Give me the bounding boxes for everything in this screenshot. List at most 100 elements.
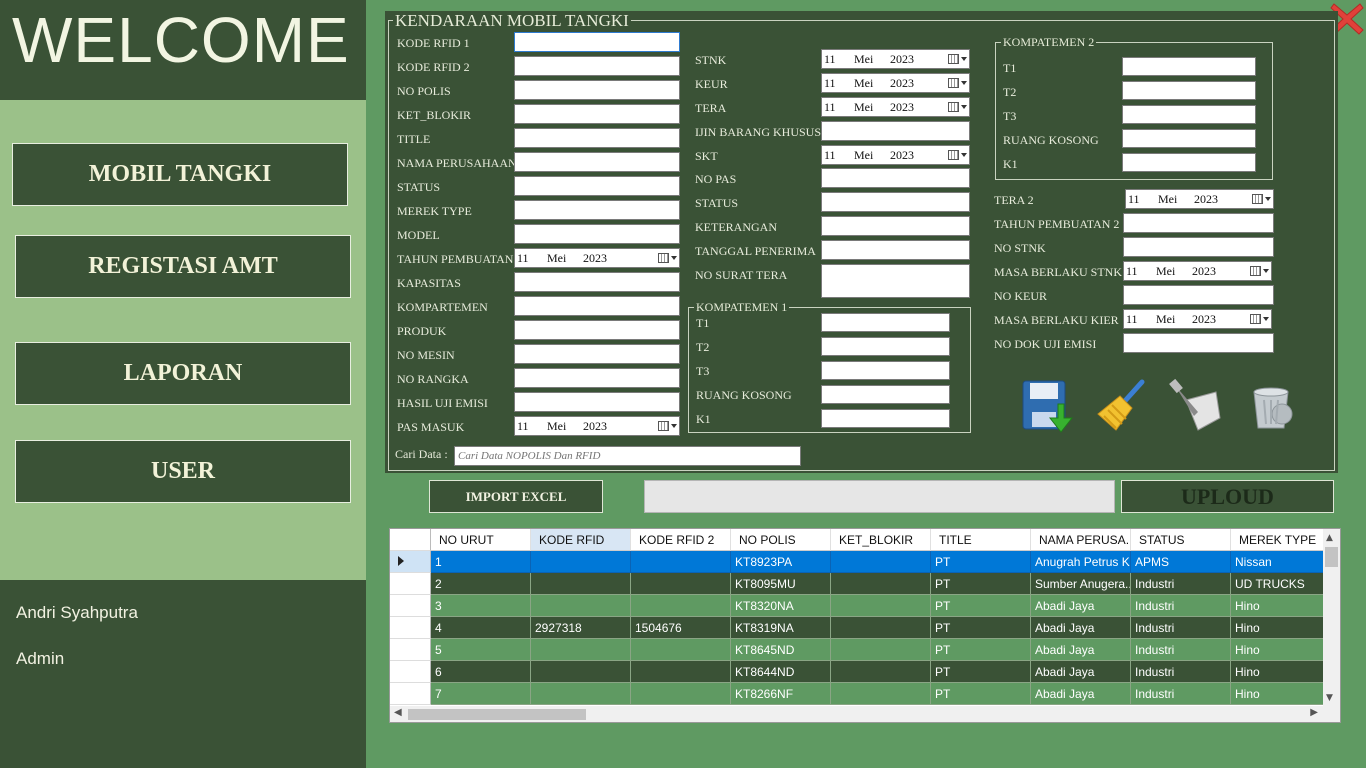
komp1-ruang-kosong-input[interactable] (821, 385, 950, 404)
row-header[interactable] (390, 661, 431, 683)
table-cell[interactable]: Industri (1131, 661, 1231, 683)
table-cell[interactable] (531, 573, 631, 595)
nama-perusahaan-input[interactable] (514, 152, 680, 172)
row-header[interactable] (390, 551, 431, 573)
keur-datepicker[interactable]: 11 Mei 2023 (821, 73, 970, 93)
table-row[interactable]: 5 KT8645ND PT Abadi Jaya Industri Hino (390, 639, 1324, 661)
model-input[interactable] (514, 224, 680, 244)
vertical-scroll-thumb[interactable] (1325, 547, 1338, 567)
table-cell[interactable] (631, 573, 731, 595)
broom-clear-icon[interactable] (1094, 378, 1148, 432)
komp2-t2-input[interactable] (1122, 81, 1256, 100)
no-mesin-input[interactable] (514, 344, 680, 364)
komp1-t2-input[interactable] (821, 337, 950, 356)
masa-berlaku-kier-datepicker[interactable]: 11 Mei 2023 (1123, 309, 1272, 329)
table-cell[interactable]: PT (931, 573, 1031, 595)
table-cell[interactable]: Hino (1231, 617, 1324, 639)
table-cell[interactable] (831, 683, 931, 705)
calendar-dropdown-icon[interactable] (655, 421, 679, 431)
import-excel-button[interactable]: IMPORT EXCEL (429, 480, 603, 513)
table-cell[interactable]: 4 (431, 617, 531, 639)
scroll-left-icon[interactable]: ◀ (394, 707, 402, 718)
tera-datepicker[interactable]: 11 Mei 2023 (821, 97, 970, 117)
row-header[interactable] (390, 595, 431, 617)
komp2-t1-input[interactable] (1122, 57, 1256, 76)
stnk-datepicker[interactable]: 11 Mei 2023 (821, 49, 970, 69)
save-icon[interactable] (1020, 378, 1076, 434)
table-cell[interactable]: KT8320NA (731, 595, 831, 617)
table-cell[interactable] (531, 683, 631, 705)
table-cell[interactable]: PT (931, 595, 1031, 617)
ijin-barang-khusus-input[interactable] (821, 121, 970, 141)
no-keur-input[interactable] (1123, 285, 1274, 305)
calendar-dropdown-icon[interactable] (945, 102, 969, 112)
table-cell[interactable]: Industri (1131, 573, 1231, 595)
table-cell[interactable]: 7 (431, 683, 531, 705)
tera2-datepicker[interactable]: 11 Mei 2023 (1125, 189, 1274, 209)
table-cell[interactable]: KT8266NF (731, 683, 831, 705)
table-cell[interactable]: Hino (1231, 661, 1324, 683)
table-cell[interactable]: KT8645ND (731, 639, 831, 661)
table-cell[interactable]: PT (931, 551, 1031, 573)
table-cell[interactable]: Abadi Jaya (1031, 639, 1131, 661)
table-cell[interactable]: PT (931, 661, 1031, 683)
calendar-dropdown-icon[interactable] (945, 150, 969, 160)
table-cell[interactable] (631, 683, 731, 705)
calendar-dropdown-icon[interactable] (1247, 314, 1271, 324)
title-input[interactable] (514, 128, 680, 148)
table-cell[interactable] (631, 661, 731, 683)
tahun-pembuatan-datepicker[interactable]: 11 Mei 2023 (514, 248, 680, 268)
ket-blokir-input[interactable] (514, 104, 680, 124)
table-cell[interactable] (531, 639, 631, 661)
kapasitas-input[interactable] (514, 272, 680, 292)
table-cell[interactable]: Abadi Jaya (1031, 617, 1131, 639)
status-input[interactable] (514, 176, 680, 196)
recycle-bin-icon[interactable] (1246, 378, 1300, 432)
table-cell[interactable] (831, 573, 931, 595)
table-cell[interactable] (631, 595, 731, 617)
column-header[interactable]: KET_BLOKIR (831, 529, 931, 551)
skt-datepicker[interactable]: 11 Mei 2023 (821, 145, 970, 165)
scroll-up-icon[interactable]: ▲ (1326, 533, 1333, 543)
table-cell[interactable] (531, 551, 631, 573)
table-cell[interactable]: Abadi Jaya (1031, 683, 1131, 705)
row-header[interactable] (390, 639, 431, 661)
keterangan-input[interactable] (821, 216, 970, 236)
upload-button[interactable]: UPLOUD (1121, 480, 1334, 513)
calendar-dropdown-icon[interactable] (1247, 266, 1271, 276)
table-cell[interactable]: Abadi Jaya (1031, 661, 1131, 683)
kompartemen-input[interactable] (514, 296, 680, 316)
calendar-dropdown-icon[interactable] (945, 54, 969, 64)
table-cell[interactable] (831, 551, 931, 573)
table-cell[interactable]: 2 (431, 573, 531, 595)
masa-berlaku-stnk-datepicker[interactable]: 11 Mei 2023 (1123, 261, 1272, 281)
table-row[interactable]: 3 KT8320NA PT Abadi Jaya Industri Hino (390, 595, 1324, 617)
edit-icon[interactable] (1168, 378, 1224, 434)
column-header[interactable]: KODE RFID 2 (631, 529, 731, 551)
column-header[interactable]: STATUS (1131, 529, 1231, 551)
nav-user-button[interactable]: USER (15, 440, 351, 503)
table-cell[interactable] (631, 551, 731, 573)
kode-rfid1-input[interactable] (514, 32, 680, 52)
column-header[interactable]: MEREK TYPE (1231, 529, 1324, 551)
row-header[interactable] (390, 573, 431, 595)
table-cell[interactable] (831, 639, 931, 661)
nav-laporan-button[interactable]: LAPORAN (15, 342, 351, 405)
merek-type-input[interactable] (514, 200, 680, 220)
no-dok-uji-emisi-input[interactable] (1123, 333, 1274, 353)
calendar-dropdown-icon[interactable] (945, 78, 969, 88)
no-polis-input[interactable] (514, 80, 680, 100)
table-cell[interactable]: KT8644ND (731, 661, 831, 683)
table-row[interactable]: 4 2927318 1504676 KT8319NA PT Abadi Jaya Indus… (390, 617, 1324, 639)
komp2-t3-input[interactable] (1122, 105, 1256, 124)
table-cell[interactable]: 1 (431, 551, 531, 573)
table-cell[interactable] (531, 595, 631, 617)
data-grid[interactable]: NO URUT KODE RFID KODE RFID 2 NO POLIS KET_B… (389, 528, 1341, 723)
table-cell[interactable] (831, 661, 931, 683)
table-cell[interactable]: PT (931, 683, 1031, 705)
nav-registasi-amt-button[interactable]: REGISTASI AMT (15, 235, 351, 298)
vertical-scrollbar[interactable]: ▲ ▼ (1323, 529, 1340, 707)
table-cell[interactable]: Nissan (1231, 551, 1324, 573)
scroll-right-icon[interactable]: ▶ (1310, 707, 1318, 718)
table-cell[interactable]: Anugrah Petrus K... (1031, 551, 1131, 573)
